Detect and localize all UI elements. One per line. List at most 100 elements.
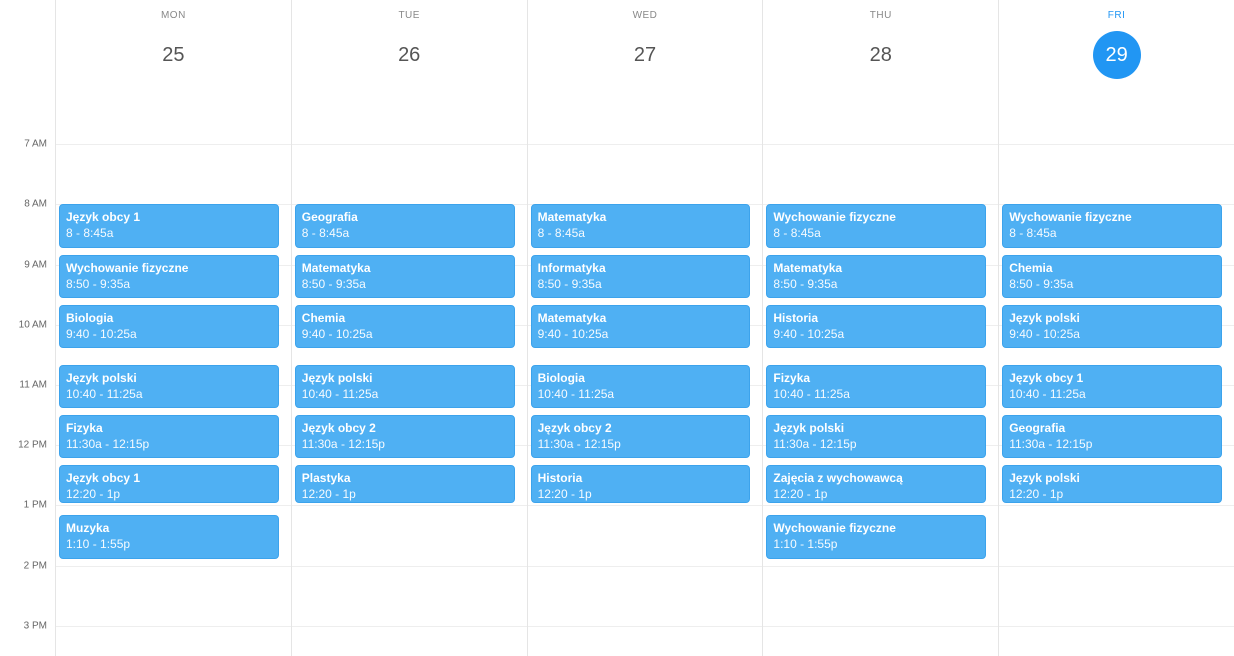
calendar-event[interactable]: Matematyka8 - 8:45a — [531, 204, 751, 247]
calendar-event[interactable]: Język polski9:40 - 10:25a — [1002, 305, 1222, 348]
date-number[interactable]: 27 — [621, 31, 669, 79]
event-title: Język obcy 2 — [538, 420, 744, 436]
day-of-week-label: WED — [528, 10, 763, 21]
events-area: Wychowanie fizyczne8 - 8:45aMatematyka8:… — [763, 84, 998, 656]
days-container: MON25Język obcy 18 - 8:45aWychowanie fiz… — [55, 0, 1234, 656]
time-label: 7 AM — [24, 139, 47, 150]
calendar-event[interactable]: Chemia9:40 - 10:25a — [295, 305, 515, 348]
calendar-event[interactable]: Informatyka8:50 - 9:35a — [531, 255, 751, 298]
week-calendar: 7 AM8 AM9 AM10 AM11 AM12 PM1 PM2 PM3 PM … — [0, 0, 1234, 656]
day-of-week-label: TUE — [292, 10, 527, 21]
event-time: 10:40 - 11:25a — [538, 386, 744, 402]
calendar-event[interactable]: Język obcy 211:30a - 12:15p — [531, 415, 751, 458]
event-title: Wychowanie fizyczne — [1009, 209, 1215, 225]
calendar-event[interactable]: Język obcy 18 - 8:45a — [59, 204, 279, 247]
event-title: Język polski — [1009, 310, 1215, 326]
event-time: 8:50 - 9:35a — [1009, 276, 1215, 292]
event-title: Wychowanie fizyczne — [66, 260, 272, 276]
event-title: Historia — [773, 310, 979, 326]
event-time: 8 - 8:45a — [773, 225, 979, 241]
calendar-event[interactable]: Plastyka12:20 - 1p — [295, 465, 515, 503]
day-column[interactable]: TUE 26 Geografia8 - 8:45a Matematyka8:50 - … — [291, 0, 527, 656]
event-time: 9:40 - 10:25a — [66, 326, 272, 342]
calendar-event[interactable]: Wychowanie fizyczne8 - 8:45a — [1002, 204, 1222, 247]
event-time: 8:50 - 9:35a — [302, 276, 508, 292]
calendar-event[interactable]: Historia9:40 - 10:25a — [766, 305, 986, 348]
calendar-event[interactable]: Język polski10:40 - 11:25a — [59, 365, 279, 408]
calendar-event[interactable]: Chemia8:50 - 9:35a — [1002, 255, 1222, 298]
events-area: Język obcy 18 - 8:45a Wychowanie fizyczne… — [56, 84, 291, 656]
calendar-event[interactable]: Język obcy 110:40 - 11:25a — [1002, 365, 1222, 408]
event-title: Język polski — [1009, 470, 1215, 486]
date-number[interactable]: 26 — [385, 31, 433, 79]
calendar-event[interactable]: Geografia8 - 8:45a — [295, 204, 515, 247]
calendar-event[interactable]: Biologia9:40 - 10:25a — [59, 305, 279, 348]
day-column[interactable]: THU28Wychowanie fizyczne8 - 8:45aMatemat… — [762, 0, 998, 656]
time-label: 11 AM — [19, 380, 47, 391]
event-time: 10:40 - 11:25a — [773, 386, 979, 402]
events-area: Matematyka8 - 8:45a Informatyka8:50 - 9:3… — [528, 84, 763, 656]
calendar-event[interactable]: Fizyka11:30a - 12:15p — [59, 415, 279, 458]
event-title: Wychowanie fizyczne — [773, 520, 979, 536]
event-title: Język obcy 1 — [1009, 370, 1215, 386]
event-title: Język obcy 2 — [302, 420, 508, 436]
event-time: 10:40 - 11:25a — [66, 386, 272, 402]
calendar-event[interactable]: Matematyka8:50 - 9:35a — [295, 255, 515, 298]
event-title: Matematyka — [773, 260, 979, 276]
event-title: Muzyka — [66, 520, 272, 536]
event-title: Zajęcia z wychowawcą — [773, 470, 979, 486]
day-header[interactable]: WED 27 — [528, 0, 763, 84]
event-time: 11:30a - 12:15p — [1009, 436, 1215, 452]
event-title: Matematyka — [538, 310, 744, 326]
calendar-event[interactable]: Język obcy 112:20 - 1p — [59, 465, 279, 503]
event-time: 1:10 - 1:55p — [773, 536, 979, 552]
calendar-event[interactable]: Wychowanie fizyczne8:50 - 9:35a — [59, 255, 279, 298]
calendar-event[interactable]: Geografia11:30a - 12:15p — [1002, 415, 1222, 458]
calendar-event[interactable]: Matematyka9:40 - 10:25a — [531, 305, 751, 348]
day-of-week-label: FRI — [999, 10, 1234, 21]
calendar-event[interactable]: Biologia10:40 - 11:25a — [531, 365, 751, 408]
calendar-event[interactable]: Matematyka8:50 - 9:35a — [766, 255, 986, 298]
calendar-event[interactable]: Fizyka10:40 - 11:25a — [766, 365, 986, 408]
time-label: 9 AM — [24, 259, 47, 270]
time-label: 2 PM — [24, 560, 47, 571]
calendar-event[interactable]: Wychowanie fizyczne8 - 8:45a — [766, 204, 986, 247]
event-title: Matematyka — [538, 209, 744, 225]
event-title: Język polski — [66, 370, 272, 386]
event-title: Matematyka — [302, 260, 508, 276]
event-time: 8 - 8:45a — [66, 225, 272, 241]
calendar-event[interactable]: Zajęcia z wychowawcą12:20 - 1p — [766, 465, 986, 503]
calendar-event[interactable]: Język obcy 211:30a - 12:15p — [295, 415, 515, 458]
event-title: Biologia — [538, 370, 744, 386]
calendar-event[interactable]: Język polski12:20 - 1p — [1002, 465, 1222, 503]
calendar-event[interactable]: Wychowanie fizyczne1:10 - 1:55p — [766, 515, 986, 558]
event-time: 8:50 - 9:35a — [538, 276, 744, 292]
day-of-week-label: THU — [763, 10, 998, 21]
calendar-event[interactable]: Historia12:20 - 1p — [531, 465, 751, 503]
day-header[interactable]: TUE 26 — [292, 0, 527, 84]
event-title: Geografia — [1009, 420, 1215, 436]
day-header[interactable]: FRI 29 — [999, 0, 1234, 84]
calendar-event[interactable]: Język polski11:30a - 12:15p — [766, 415, 986, 458]
calendar-event[interactable]: Muzyka1:10 - 1:55p — [59, 515, 279, 558]
time-axis: 7 AM8 AM9 AM10 AM11 AM12 PM1 PM2 PM3 PM — [0, 0, 55, 656]
event-title: Chemia — [1009, 260, 1215, 276]
day-column[interactable]: MON 25 Język obcy 18 - 8:45a Wychowanie fiz… — [55, 0, 291, 656]
day-header[interactable]: THU 28 — [763, 0, 998, 84]
day-of-week-label: MON — [56, 10, 291, 21]
event-time: 12:20 - 1p — [538, 486, 744, 502]
event-time: 10:40 - 11:25a — [1009, 386, 1215, 402]
calendar-event[interactable]: Język polski10:40 - 11:25a — [295, 365, 515, 408]
day-column[interactable]: FRI 29 Wychowanie fizyczne8 - 8:45a Chemia8… — [998, 0, 1234, 656]
date-number[interactable]: 25 — [149, 31, 197, 79]
time-label: 1 PM — [24, 500, 47, 511]
day-header[interactable]: MON 25 — [56, 0, 291, 84]
date-number[interactable]: 28 — [857, 31, 905, 79]
time-label: 10 AM — [19, 319, 47, 330]
day-column[interactable]: WED 27 Matematyka8 - 8:45a Informatyka8:50 … — [527, 0, 763, 656]
event-title: Wychowanie fizyczne — [773, 209, 979, 225]
event-time: 12:20 - 1p — [302, 486, 508, 502]
time-label: 12 PM — [18, 440, 47, 451]
date-number[interactable]: 29 — [1093, 31, 1141, 79]
event-time: 11:30a - 12:15p — [538, 436, 744, 452]
